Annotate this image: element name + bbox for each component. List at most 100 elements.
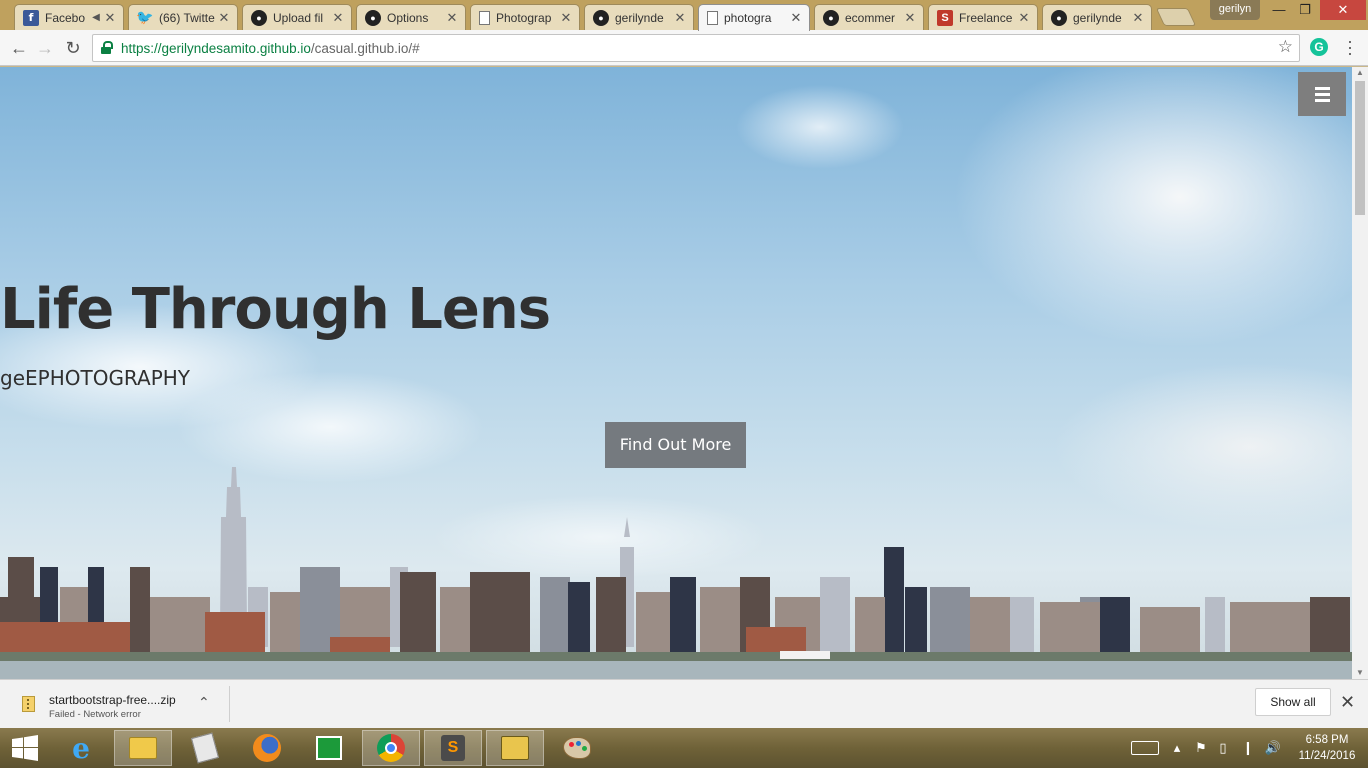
show-all-downloads-button[interactable]: Show all	[1255, 688, 1331, 716]
close-tab-icon[interactable]: ✕	[103, 10, 117, 26]
tab-title: photogra	[724, 11, 772, 25]
scroll-up-arrow-icon[interactable]: ▲	[1352, 67, 1368, 79]
chrome-icon	[377, 734, 405, 762]
page-icon	[707, 11, 718, 25]
close-tab-icon[interactable]: ✕	[1017, 10, 1031, 26]
github-icon: ●	[365, 9, 381, 26]
internet-explorer-icon: e	[72, 731, 90, 765]
taskbar-sublime-text[interactable]: S	[424, 730, 482, 766]
tab-title: gerilynde	[615, 10, 664, 25]
url-path: /casual.github.io/#	[310, 40, 420, 56]
address-bar[interactable]: https://gerilyndesamito.github.io/casual…	[92, 34, 1300, 62]
tab-ecommerce[interactable]: ● ecommer ✕	[814, 4, 924, 30]
tab-freelance[interactable]: S Freelance ✕	[928, 4, 1038, 30]
twitter-icon: 🐦	[136, 9, 154, 25]
github-icon: ●	[823, 9, 839, 26]
close-tab-icon[interactable]: ✕	[559, 10, 573, 26]
back-button[interactable]: ←	[8, 37, 30, 59]
hero-subtitle: geEPHOTOGRAPHY	[0, 366, 191, 390]
close-tab-icon[interactable]: ✕	[331, 10, 345, 26]
tab-gerilynde-1[interactable]: ● gerilynde ✕	[584, 4, 694, 30]
tab-strip: f Facebo ◀ ✕ 🐦 (66) Twitte ✕ ● Upload fi…	[0, 0, 1368, 31]
minimize-button[interactable]: —	[1266, 0, 1292, 20]
browser-toolbar: ← → ↻ https://gerilyndesamito.github.io /…	[0, 30, 1368, 66]
tab-title: ecommer	[845, 10, 896, 25]
tab-upload[interactable]: ● Upload fil ✕	[242, 4, 352, 30]
chrome-menu-icon[interactable]: · · ·	[1344, 32, 1356, 62]
download-shelf: startbootstrap-free....zip Failed - Netw…	[0, 679, 1368, 728]
close-tab-icon[interactable]: ✕	[445, 10, 459, 26]
windows-taskbar: e S ▴ ⚑ ▯ ❙ 🔊 6:58 PM 11/24/2016	[0, 728, 1368, 768]
tab-title: Upload fil	[273, 10, 324, 25]
download-item[interactable]: startbootstrap-free....zip Failed - Netw…	[10, 686, 230, 722]
download-filename: startbootstrap-free....zip	[49, 693, 176, 707]
close-tab-icon[interactable]: ✕	[217, 10, 231, 26]
clock-time: 6:58 PM	[1305, 734, 1349, 746]
new-tab-button[interactable]	[1155, 8, 1197, 26]
show-hidden-icons-icon[interactable]: ▴	[1168, 728, 1186, 768]
taskbar-file-explorer[interactable]	[114, 730, 172, 766]
firefox-icon	[253, 734, 281, 762]
close-tab-icon[interactable]: ✕	[1131, 10, 1145, 26]
taskbar-app[interactable]	[486, 730, 544, 766]
profile-button[interactable]: gerilyn	[1210, 0, 1260, 20]
reload-button[interactable]: ↻	[62, 37, 84, 59]
restore-button[interactable]: ❐	[1292, 0, 1318, 20]
tab-title: Photograp	[496, 10, 552, 25]
touch-keyboard-icon[interactable]	[1128, 728, 1162, 768]
close-tab-icon[interactable]: ✕	[903, 10, 917, 26]
tab-title: (66) Twitte	[159, 10, 215, 25]
find-out-more-button[interactable]: Find Out More	[605, 422, 746, 468]
start-icon	[12, 735, 38, 761]
tab-facebook[interactable]: f Facebo ◀ ✕	[14, 4, 124, 30]
github-icon: ●	[593, 9, 609, 26]
start-button[interactable]	[0, 730, 50, 766]
hamburger-bar	[1314, 92, 1330, 96]
lock-icon	[101, 41, 113, 55]
file-explorer-icon	[129, 737, 157, 759]
app-icon	[501, 736, 529, 760]
grammarly-extension-icon[interactable]: G	[1310, 38, 1328, 56]
close-tab-icon[interactable]: ✕	[789, 10, 803, 26]
power-icon[interactable]: ▯	[1214, 728, 1232, 768]
tab-photogra-active[interactable]: photogra ✕	[698, 4, 810, 31]
zip-file-icon	[22, 696, 35, 712]
volume-icon[interactable]: 🔊	[1262, 728, 1284, 768]
sublime-text-icon: S	[441, 735, 465, 761]
tab-title: Options	[387, 10, 429, 25]
tab-twitter[interactable]: 🐦 (66) Twitte ✕	[128, 4, 238, 30]
action-center-flag-icon[interactable]: ⚑	[1192, 728, 1210, 768]
hamburger-bar	[1314, 98, 1330, 102]
tab-gerilynde-2[interactable]: ● gerilynde ✕	[1042, 4, 1152, 30]
close-shelf-icon[interactable]: ✕	[1340, 692, 1355, 713]
taskbar-store[interactable]	[300, 730, 358, 766]
scroll-down-arrow-icon[interactable]: ▼	[1352, 667, 1368, 679]
facebook-icon: f	[23, 9, 39, 26]
network-icon[interactable]: ❙	[1238, 728, 1258, 768]
forward-button[interactable]: →	[34, 37, 56, 59]
taskbar-notepad[interactable]	[176, 730, 234, 766]
chevron-up-icon[interactable]: ⌃	[198, 694, 210, 711]
url-secure-part: https://gerilyndesamito.github.io	[121, 40, 311, 56]
hero-title: Life Through Lens	[0, 277, 551, 342]
tab-title: Facebo	[45, 10, 86, 25]
tab-photography[interactable]: Photograp ✕	[470, 4, 580, 30]
close-window-button[interactable]: ✕	[1320, 0, 1366, 20]
taskbar-internet-explorer[interactable]: e	[52, 730, 110, 766]
page-viewport: Life Through Lens geEPHOTOGRAPHY Find Ou…	[0, 67, 1368, 679]
tab-options[interactable]: ● Options ✕	[356, 4, 466, 30]
taskbar-chrome[interactable]	[362, 730, 420, 766]
city-skyline-image	[0, 467, 1352, 679]
bookmark-star-icon[interactable]: ☆	[1278, 37, 1293, 57]
taskbar-paint[interactable]	[548, 730, 606, 766]
close-tab-icon[interactable]: ✕	[673, 10, 687, 26]
page-scrollbar[interactable]: ▲ ▼	[1352, 67, 1368, 679]
tab-title: gerilynde	[1073, 10, 1122, 25]
scrollbar-thumb[interactable]	[1355, 81, 1365, 215]
hamburger-menu-button[interactable]	[1298, 72, 1346, 116]
tab-title: Freelance	[959, 10, 1013, 25]
page-icon	[479, 10, 490, 25]
system-clock[interactable]: 6:58 PM 11/24/2016	[1292, 732, 1362, 764]
taskbar-firefox[interactable]	[238, 730, 296, 766]
hamburger-bar	[1314, 86, 1330, 90]
